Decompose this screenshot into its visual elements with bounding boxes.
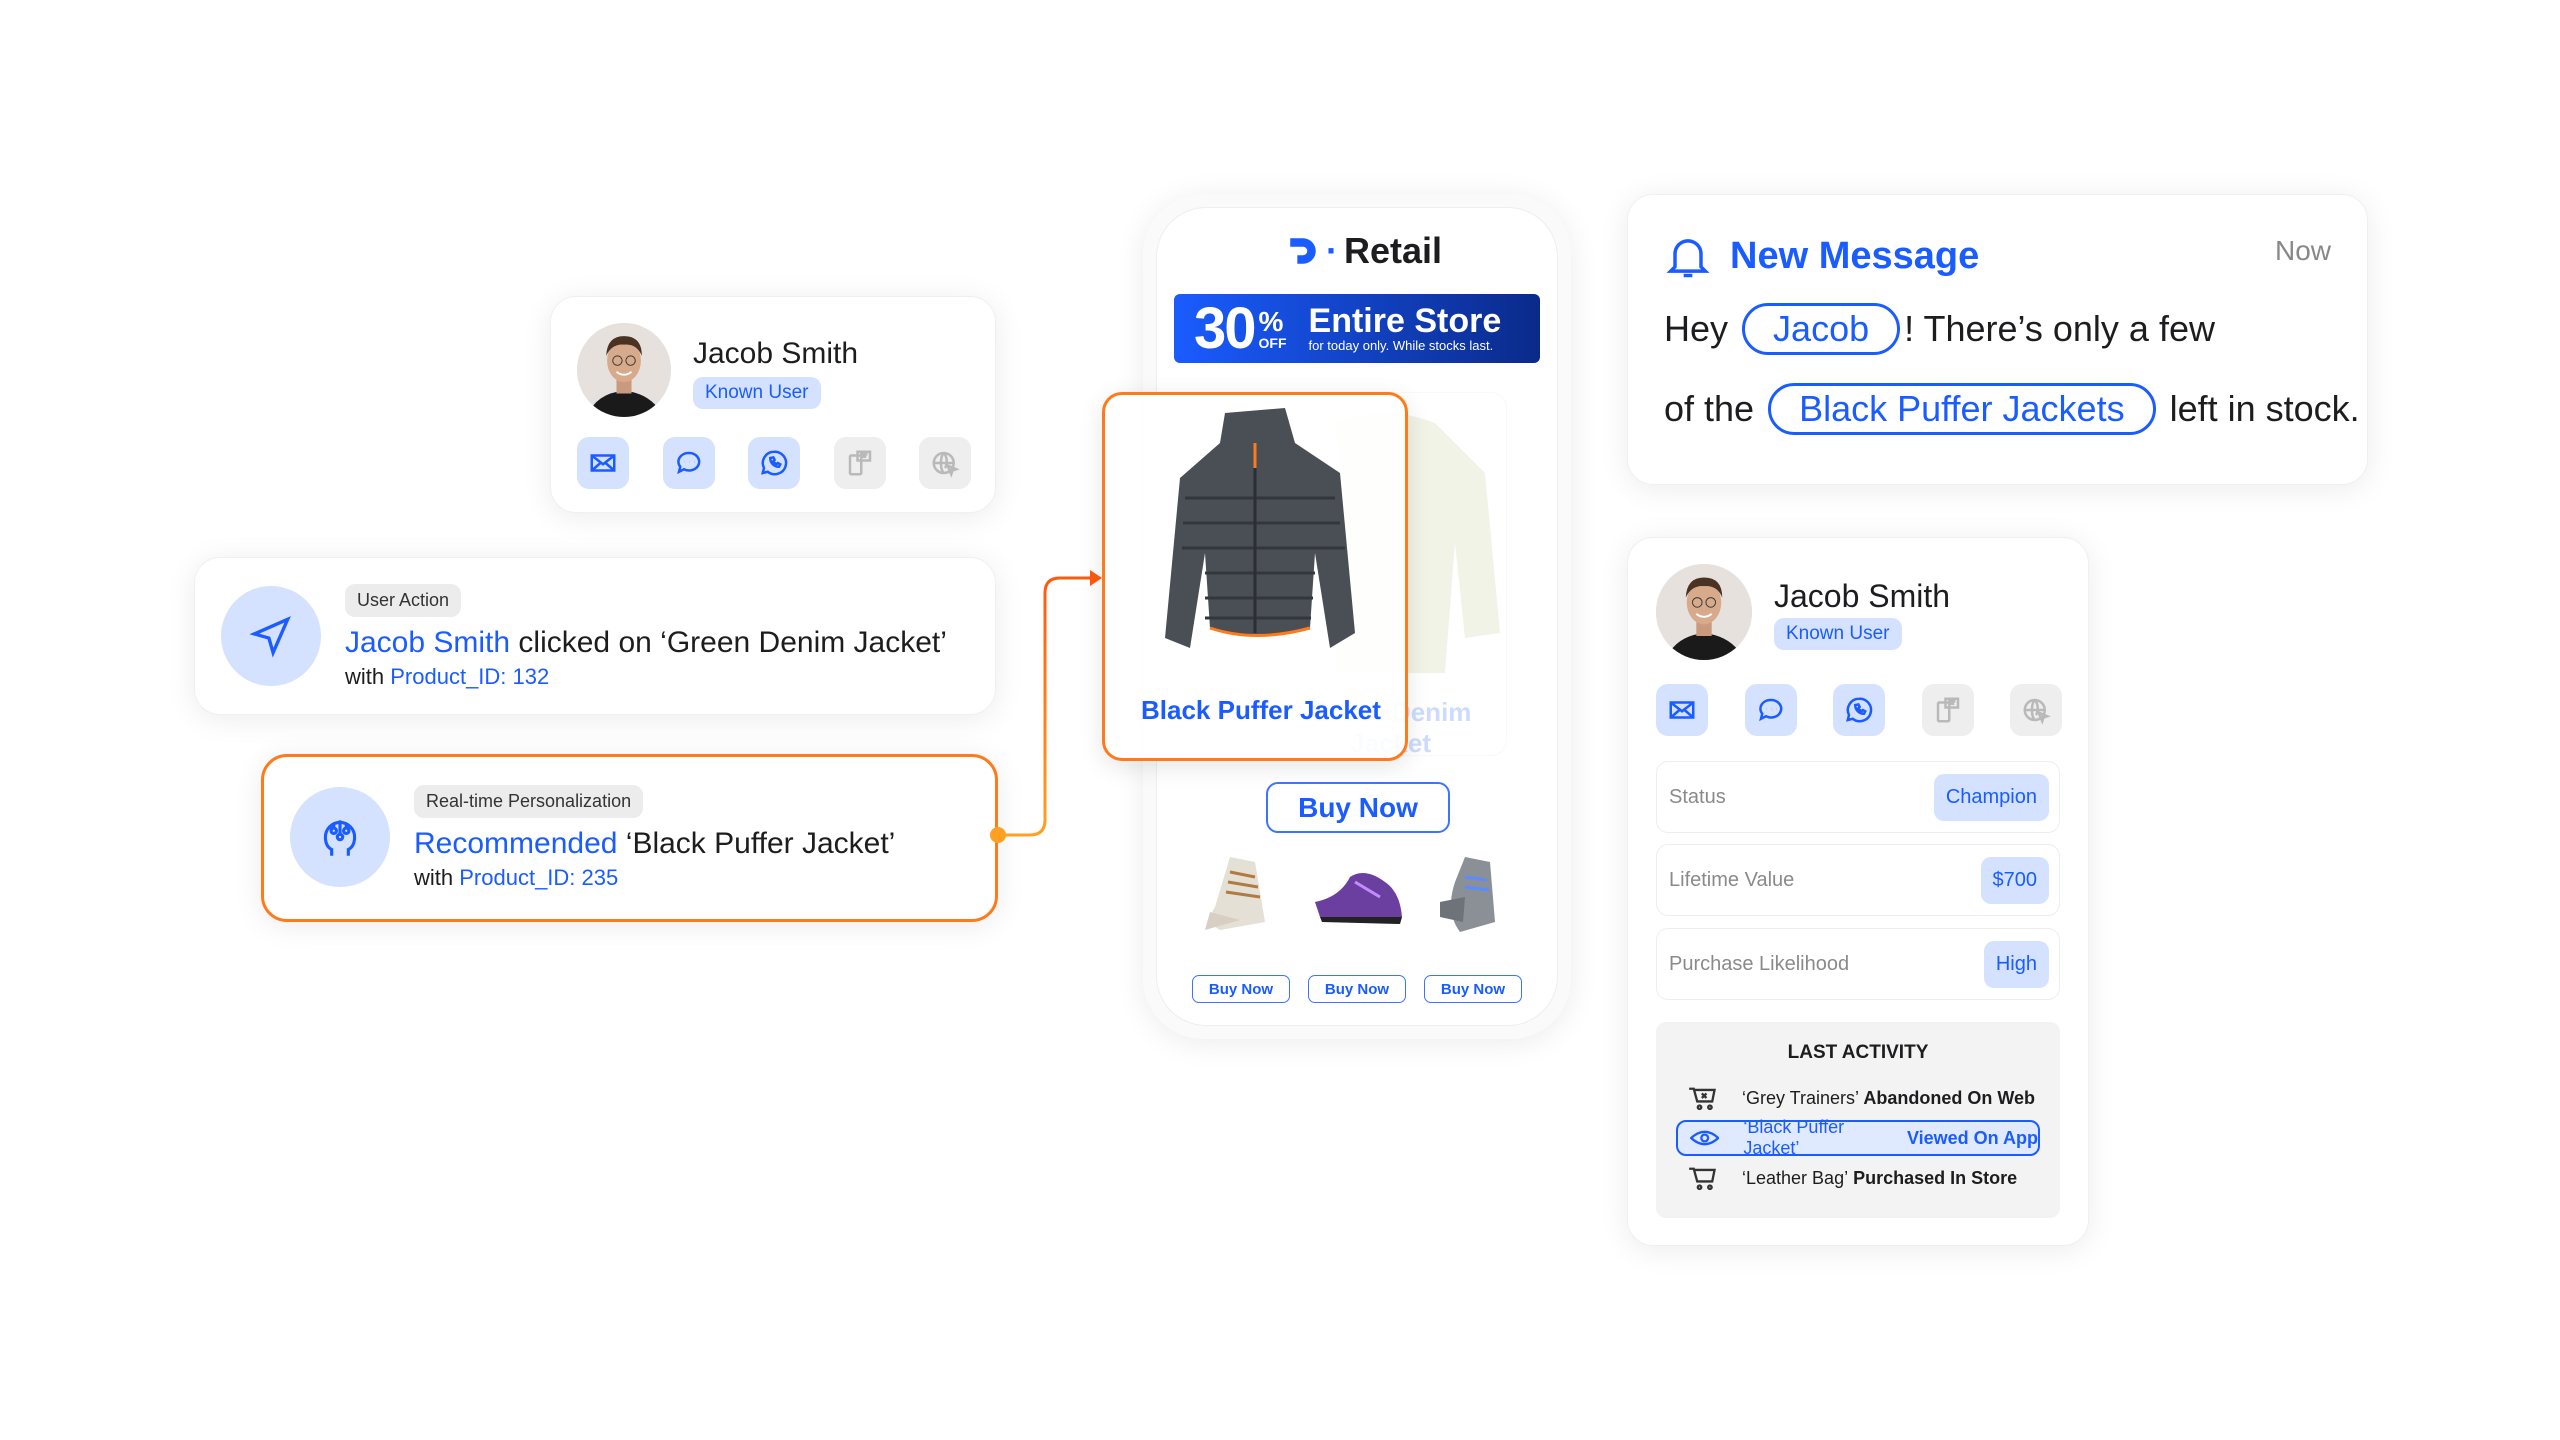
activity-item[interactable]: ‘Leather Bag’ Purchased In Store: [1676, 1160, 2040, 1196]
message-text: left in stock.: [2169, 388, 2360, 429]
bell-icon: [1666, 239, 1710, 278]
last-activity-title: LAST ACTIVITY: [1787, 1042, 1929, 1063]
activity-event: Abandoned On Web: [1859, 1087, 2036, 1108]
attribute-label: Lifetime Value: [1669, 868, 1795, 891]
puffer-jacket-image: [1165, 408, 1355, 648]
activity-item-highlighted[interactable]: ‘Black Puffer Jacket’ Viewed On App: [1676, 1117, 2040, 1158]
channel-icons: [1656, 684, 2062, 736]
purchase-likelihood-row: Purchase Likelihood High: [1656, 928, 2060, 1000]
brand-name: Retail: [1344, 230, 1443, 271]
mobile-message-icon[interactable]: [1921, 684, 1974, 736]
buy-now-button[interactable]: Buy Now: [1266, 782, 1450, 833]
featured-product-card[interactable]: Black Puffer Jacket: [1102, 392, 1408, 761]
brand-logo: · Retail: [1286, 230, 1442, 272]
chat-icon[interactable]: [1744, 684, 1797, 736]
cart-icon: [1689, 1167, 1716, 1191]
activity-item-name: ‘Grey Trainers’: [1742, 1087, 1860, 1108]
activity-event: Viewed On App: [1901, 1127, 2038, 1148]
discount-percent: 30: [1194, 296, 1256, 361]
lifetime-value-row: Lifetime Value $700: [1656, 844, 2060, 916]
banner-subtext: for today only. While stocks last.: [1308, 338, 1494, 353]
banner-headline: Entire Store: [1308, 302, 1502, 340]
percent-sign: %: [1258, 305, 1284, 337]
shoe-2-buy-now-button[interactable]: Buy Now: [1308, 975, 1406, 1003]
product-token: Black Puffer Jackets: [1768, 383, 2156, 435]
whatsapp-icon[interactable]: [1833, 684, 1885, 736]
featured-product-name: Black Puffer Jacket: [1141, 695, 1381, 725]
shoe-3-buy-now-button[interactable]: Buy Now: [1424, 975, 1522, 1003]
activity-event: Purchased In Store: [1848, 1167, 2018, 1188]
known-user-badge: Known User: [1774, 618, 1902, 650]
status-row: Status Champion: [1656, 761, 2060, 833]
new-message-notification[interactable]: New Message Now Hey Jacob! There’s only …: [1627, 194, 2368, 485]
name-token: Jacob: [1742, 303, 1901, 355]
profile-detail-card: Jacob Smith Known User Status Champion Li…: [1627, 537, 2089, 1246]
last-activity-panel: LAST ACTIVITY ‘Grey Trainers’ Abandoned …: [1656, 1022, 2060, 1218]
message-line-1: Hey Jacob! There’s only a few: [1664, 303, 2215, 355]
web-icon[interactable]: [2010, 684, 2062, 736]
likelihood-badge: High: [1983, 940, 2049, 988]
message-title: New Message: [1730, 235, 1980, 277]
lifetime-value-badge: $700: [1980, 856, 2049, 904]
message-line-2: of the Black Puffer Jackets left in stoc…: [1664, 383, 2360, 435]
off-label: OFF: [1258, 334, 1287, 351]
activity-item-name: ‘Leather Bag’: [1742, 1167, 1849, 1188]
message-text: ! There’s only a few: [1904, 308, 2215, 349]
profile-name: Jacob Smith: [1774, 578, 1951, 614]
greeting: Hey: [1664, 308, 1729, 349]
cart-x-icon: [1689, 1087, 1716, 1111]
eye-icon: [1690, 1130, 1720, 1146]
activity-item-name: ‘Black Puffer Jacket’: [1743, 1117, 1845, 1158]
message-text: of the: [1664, 388, 1755, 429]
promo-banner[interactable]: 30 % OFF Entire Store for today only. Whil…: [1174, 294, 1540, 363]
activity-item[interactable]: ‘Grey Trainers’ Abandoned On Web: [1676, 1080, 2040, 1116]
attribute-label: Purchase Likelihood: [1669, 952, 1850, 975]
purple-sneaker-image: [1315, 873, 1402, 924]
avatar: [1656, 564, 1752, 660]
shoe-1-buy-now-button[interactable]: Buy Now: [1192, 975, 1290, 1003]
message-time: Now: [2274, 235, 2331, 266]
retail-logo-icon: [1290, 238, 1316, 264]
status-badge: Champion: [1933, 773, 2049, 821]
beige-sneakers-image: [1205, 857, 1265, 930]
grey-sneakers-image: [1440, 857, 1495, 932]
attribute-label: Status: [1669, 785, 1726, 808]
email-icon[interactable]: [1656, 684, 1708, 736]
